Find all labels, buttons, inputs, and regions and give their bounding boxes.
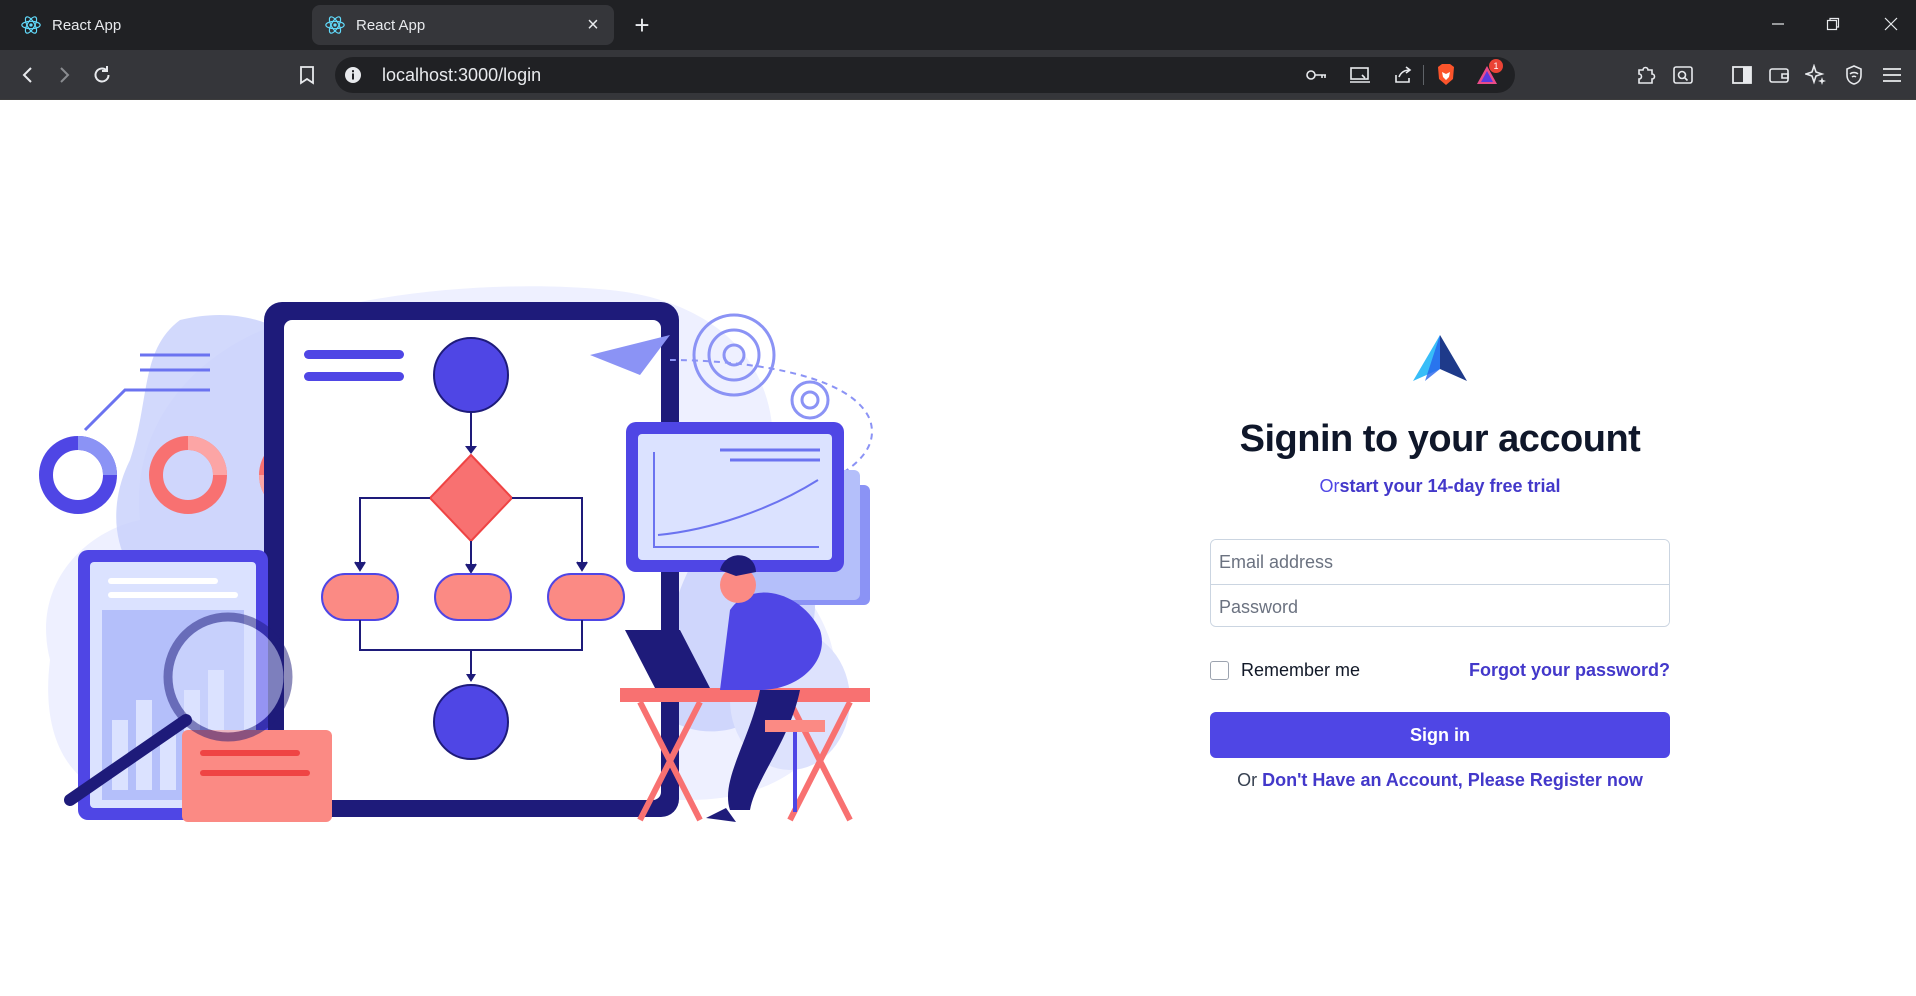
minimize-button[interactable] [1758, 9, 1798, 39]
cast-button[interactable] [1346, 61, 1374, 89]
tab-title: React App [356, 16, 426, 34]
donut-chart-indigo [39, 436, 117, 514]
wallet-button[interactable] [1763, 59, 1795, 91]
puzzle-icon [1638, 66, 1656, 84]
browser-tab-2[interactable]: React App × [312, 5, 614, 45]
subheading: Orstart your 14-day free trial [1210, 476, 1670, 497]
restore-icon [1826, 17, 1840, 31]
menu-button[interactable] [1876, 59, 1908, 91]
url-text: localhost:3000/login [382, 65, 542, 85]
hamburger-menu-icon [1883, 68, 1901, 82]
workflow-illustration [39, 286, 873, 822]
minimize-icon [1772, 23, 1784, 25]
close-icon[interactable]: × [582, 14, 604, 36]
subheading-prefix: Or [1319, 476, 1340, 496]
separator [1423, 65, 1424, 85]
page-title: Signin to your account [1239, 418, 1641, 460]
register-row: Or Don't Have an Account, Please Registe… [1210, 770, 1670, 791]
key-icon [1306, 70, 1326, 80]
restore-button[interactable] [1813, 9, 1853, 39]
leo-ai-button[interactable] [1800, 59, 1832, 91]
browser-tabstrip: React App React App × + [0, 0, 1916, 50]
address-bar[interactable]: localhost:3000/login 1 [335, 57, 1515, 93]
window-close-button[interactable] [1871, 9, 1911, 39]
wallet-icon [1769, 68, 1789, 83]
notification-badge: 1 [1489, 59, 1503, 73]
shield-icon [1846, 65, 1862, 85]
back-button[interactable] [12, 59, 44, 91]
browser-tab-1[interactable]: React App [8, 5, 308, 45]
remember-me-label[interactable]: Remember me [1241, 660, 1360, 681]
credentials-group [1210, 539, 1670, 627]
brave-lion-icon [1438, 64, 1454, 85]
share-icon [1395, 66, 1412, 83]
password-key-button[interactable] [1303, 61, 1331, 89]
forward-arrow-icon [60, 67, 70, 83]
brand-logo [1413, 335, 1467, 381]
close-icon [1884, 17, 1898, 31]
info-icon[interactable] [344, 66, 362, 84]
tab-search-icon [1673, 66, 1693, 84]
brave-shields-button[interactable] [1432, 61, 1460, 89]
email-field[interactable] [1211, 540, 1669, 584]
extensions-button[interactable] [1630, 59, 1662, 91]
sidebar-button[interactable] [1726, 59, 1758, 91]
vpn-button[interactable] [1838, 59, 1870, 91]
register-prefix: Or [1237, 770, 1263, 790]
browser-toolbar: localhost:3000/login 1 [0, 50, 1916, 100]
tab-title: React App [52, 16, 122, 34]
brave-rewards-button[interactable]: 1 [1473, 59, 1503, 89]
bookmark-button[interactable] [291, 59, 323, 91]
free-trial-link[interactable]: start your 14-day free trial [1339, 476, 1560, 496]
reload-button[interactable] [86, 59, 118, 91]
forgot-password-link[interactable]: Forgot your password? [1469, 660, 1670, 681]
sparkle-icon [1805, 64, 1826, 85]
forward-button[interactable] [48, 59, 80, 91]
password-field[interactable] [1211, 585, 1669, 626]
new-tab-button[interactable]: + [628, 11, 656, 39]
bookmark-icon [300, 66, 314, 85]
reload-icon [94, 66, 110, 83]
react-icon [21, 16, 41, 34]
register-link[interactable]: Don't Have an Account, Please Register n… [1262, 770, 1643, 790]
remember-me-row: Remember me [1210, 660, 1360, 681]
cast-icon [1350, 67, 1370, 83]
react-icon [325, 16, 345, 34]
sign-in-button[interactable]: Sign in [1210, 712, 1670, 758]
share-button[interactable] [1389, 61, 1417, 89]
back-arrow-icon [22, 67, 32, 83]
remember-me-checkbox[interactable] [1210, 661, 1229, 680]
sidebar-icon [1732, 66, 1752, 84]
search-tab-button[interactable] [1667, 59, 1699, 91]
